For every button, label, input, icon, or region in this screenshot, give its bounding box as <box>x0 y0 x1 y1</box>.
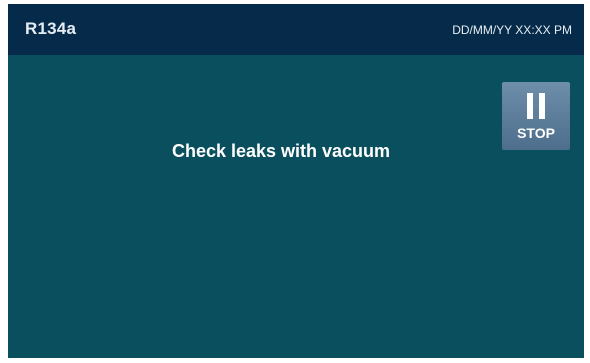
pause-icon <box>527 93 547 119</box>
status-message: Check leaks with vacuum <box>171 141 391 161</box>
header-bar: R134a DD/MM/YY XX:XX PM <box>8 4 584 55</box>
stop-button[interactable]: STOP <box>502 82 570 150</box>
date-time-display: DD/MM/YY XX:XX PM <box>452 23 572 37</box>
refrigerant-title: R134a <box>25 19 77 38</box>
device-screen: R134a DD/MM/YY XX:XX PM Check leaks with… <box>8 4 584 358</box>
stop-button-label: STOP <box>517 125 555 141</box>
